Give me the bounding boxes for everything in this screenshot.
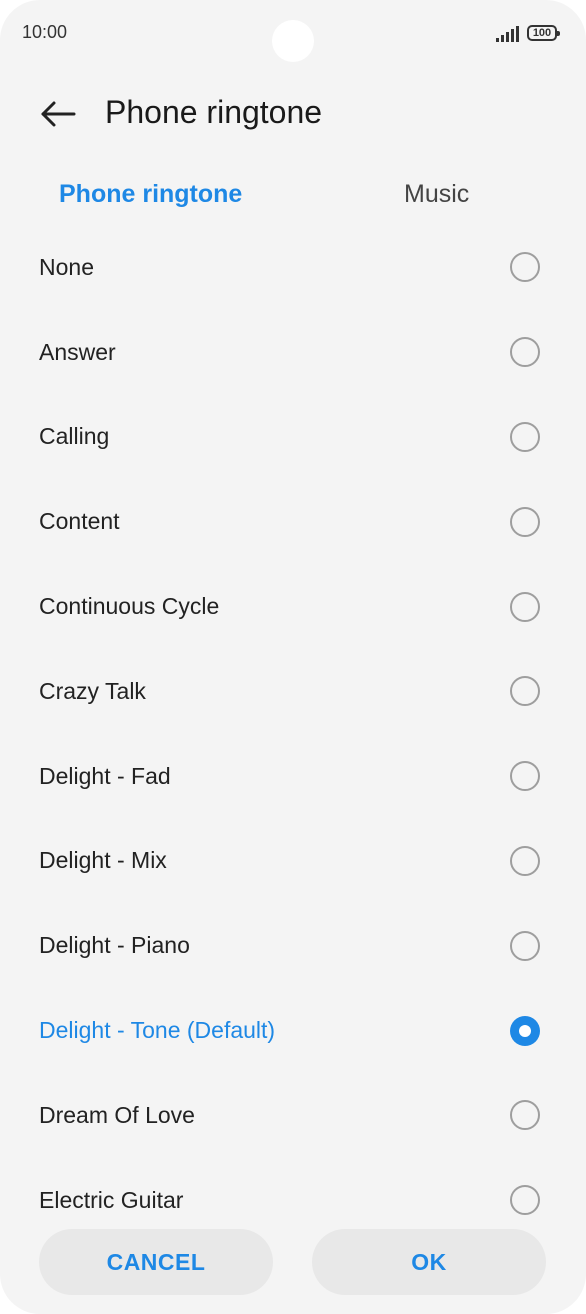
- ringtone-label: Delight - Piano: [39, 932, 190, 959]
- list-item[interactable]: Delight - Fad: [0, 734, 586, 819]
- radio-button[interactable]: [510, 252, 540, 283]
- ringtone-label: Delight - Mix: [39, 847, 167, 874]
- ringtone-label: Electric Guitar: [39, 1186, 184, 1213]
- radio-button[interactable]: [510, 421, 540, 452]
- radio-button[interactable]: [510, 1100, 540, 1131]
- ringtone-label: Delight - Tone (Default): [39, 1017, 276, 1044]
- ok-button[interactable]: OK: [312, 1229, 546, 1295]
- tab-phone-ringtone[interactable]: Phone ringtone: [59, 180, 242, 209]
- radio-button[interactable]: [510, 337, 540, 368]
- ringtone-list: None Answer Calling Content Continuous C…: [0, 225, 586, 1243]
- radio-button[interactable]: [510, 1185, 540, 1216]
- ringtone-label: Dream Of Love: [39, 1101, 195, 1128]
- signal-icon: [496, 26, 519, 42]
- cancel-button[interactable]: CANCEL: [39, 1229, 273, 1295]
- radio-button[interactable]: [510, 676, 540, 707]
- radio-button[interactable]: [510, 591, 540, 622]
- battery-icon: 100: [527, 25, 560, 41]
- list-item[interactable]: Content: [0, 479, 586, 564]
- ringtone-label: Calling: [39, 423, 110, 450]
- ringtone-label: Delight - Fad: [39, 762, 171, 789]
- radio-button[interactable]: [510, 761, 540, 792]
- ringtone-label: None: [39, 253, 94, 280]
- ringtone-label: Content: [39, 508, 120, 535]
- status-time: 10:00: [22, 22, 68, 42]
- tab-music[interactable]: Music: [404, 180, 469, 209]
- radio-button[interactable]: [510, 506, 540, 537]
- radio-button-checked[interactable]: [510, 1015, 540, 1046]
- back-button[interactable]: [38, 98, 78, 130]
- list-item[interactable]: Continuous Cycle: [0, 564, 586, 649]
- arrow-left-icon: [41, 101, 76, 127]
- ringtone-label: Crazy Talk: [39, 677, 146, 704]
- list-item[interactable]: Answer: [0, 310, 586, 395]
- list-item[interactable]: Dream Of Love: [0, 1073, 586, 1158]
- radio-button[interactable]: [510, 930, 540, 961]
- list-item-selected[interactable]: Delight - Tone (Default): [0, 988, 586, 1073]
- list-item[interactable]: Crazy Talk: [0, 649, 586, 734]
- list-item[interactable]: Calling: [0, 395, 586, 480]
- page-title: Phone ringtone: [105, 94, 323, 130]
- camera-cutout: [272, 20, 314, 62]
- radio-button[interactable]: [510, 845, 540, 876]
- list-item[interactable]: None: [0, 225, 586, 310]
- list-item[interactable]: Delight - Piano: [0, 903, 586, 988]
- ringtone-label: Continuous Cycle: [39, 593, 220, 620]
- list-item[interactable]: Delight - Mix: [0, 819, 586, 904]
- ringtone-label: Answer: [39, 338, 116, 365]
- screen: 10:00 100 Phone ringtone Phone ringtone …: [0, 0, 586, 1314]
